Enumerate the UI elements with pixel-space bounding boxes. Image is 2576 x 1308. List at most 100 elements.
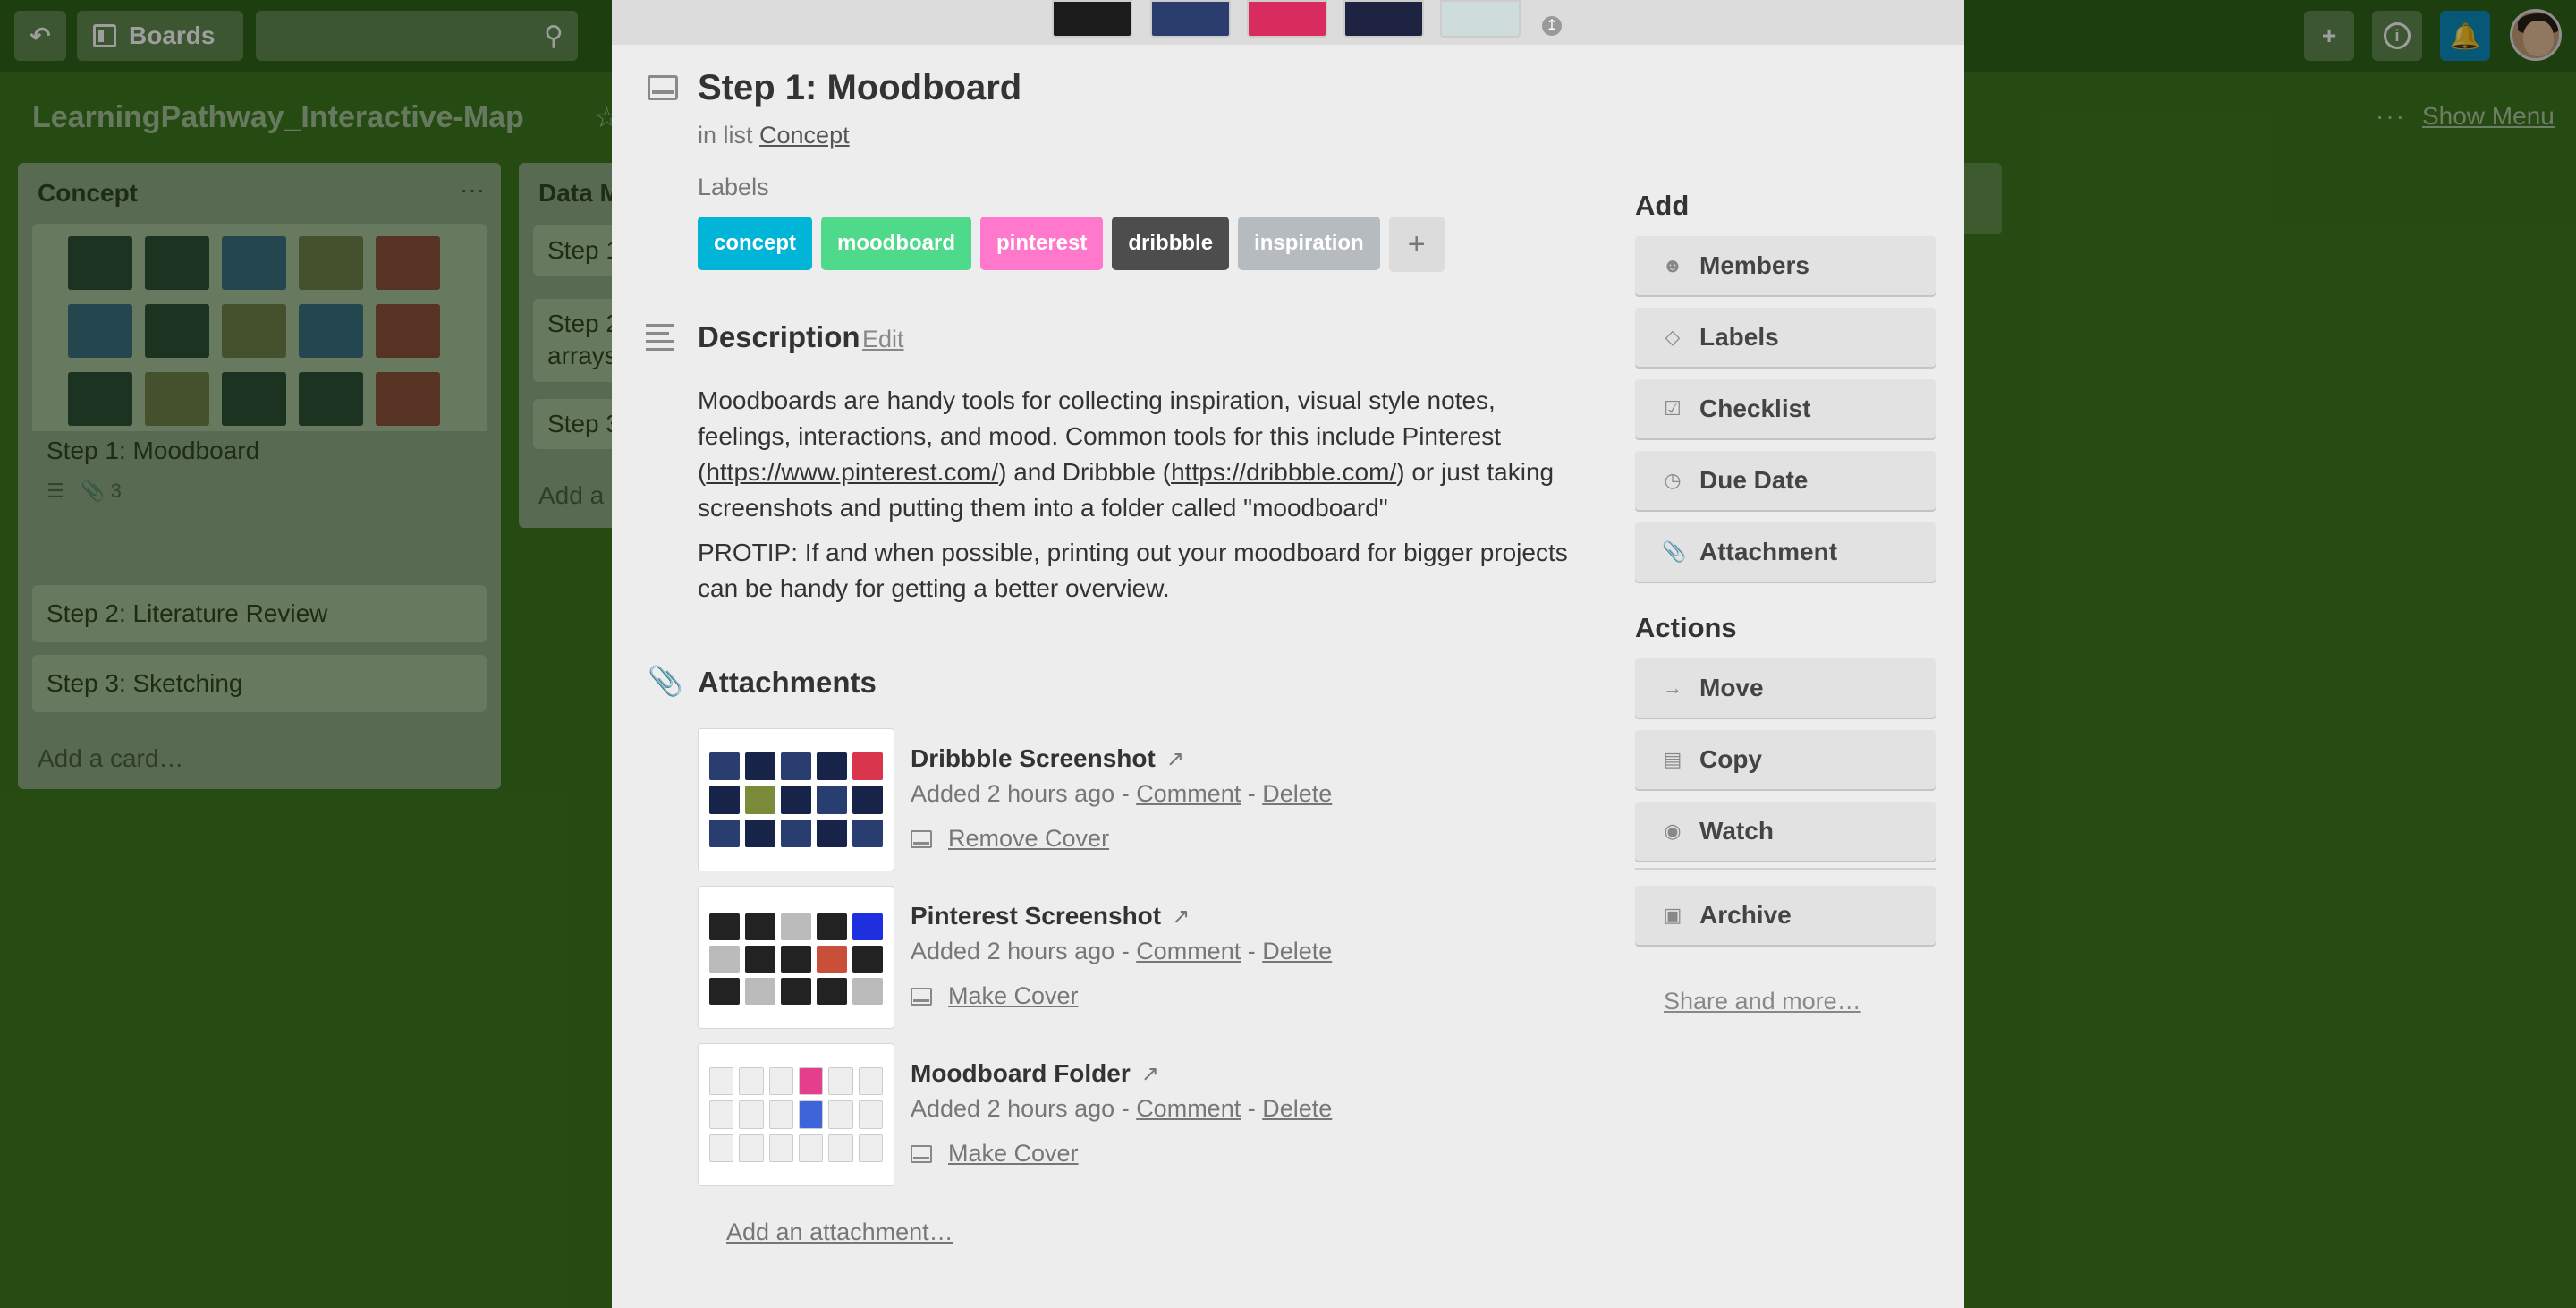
attachment-added-time: Added 2 hours ago (911, 938, 1115, 964)
eye-icon: ◉ (1664, 820, 1682, 842)
add-heading: Add (1635, 190, 1690, 221)
cover-action-label: Remove Cover (948, 825, 1110, 852)
external-link-icon[interactable]: ↗ (1166, 746, 1184, 772)
attachment-thumbnail[interactable] (698, 1043, 894, 1186)
archive-icon: ▣ (1663, 904, 1682, 926)
copy-icon: ▤ (1663, 748, 1682, 770)
in-list-text: in list Concept (698, 122, 850, 149)
attachment-item: Moodboard Folder ↗ Added 2 hours ago - Co… (698, 1043, 1503, 1186)
label-moodboard[interactable]: moodboard (821, 217, 972, 270)
person-icon: ☻ (1662, 254, 1683, 276)
archive-button[interactable]: ▣ Archive (1635, 886, 1936, 945)
make-cover-button[interactable]: Make Cover (911, 1140, 1079, 1168)
share-and-more-link[interactable]: Share and more… (1664, 988, 1861, 1015)
watch-button[interactable]: ◉ Watch (1635, 802, 1936, 861)
attachment-title-text: Dribbble Screenshot (911, 744, 1156, 772)
cover-thumbnail (1052, 0, 1132, 38)
paperclip-icon: 📎 (1662, 540, 1687, 563)
attachment-meta: Added 2 hours ago - Comment - Delete (911, 938, 1333, 964)
attachment-thumbnail[interactable] (698, 886, 894, 1029)
cover-icon (911, 829, 932, 848)
button-label: Labels (1699, 323, 1779, 351)
labels-button[interactable]: ◇ Labels (1635, 308, 1936, 367)
zoom-icon[interactable]: ↥ (1542, 16, 1562, 36)
due-date-button[interactable]: ◷ Due Date (1635, 451, 1936, 510)
label-dribbble[interactable]: dribbble (1112, 217, 1230, 270)
attachment-meta: Added 2 hours ago - Comment - Delete (911, 780, 1333, 807)
checklist-button[interactable]: ☑ Checklist (1635, 379, 1936, 438)
in-list-prefix: in list (698, 122, 753, 149)
description-heading: Description (698, 320, 860, 353)
tag-icon: ◇ (1665, 326, 1681, 348)
labels-row: concept moodboard pinterest dribbble ins… (698, 217, 1445, 272)
card-icon (648, 75, 678, 100)
button-label: Attachment (1699, 538, 1838, 565)
button-label: Move (1699, 674, 1764, 701)
attachment-title[interactable]: Moodboard Folder ↗ (911, 1059, 1159, 1088)
attachment-added-time: Added 2 hours ago (911, 780, 1115, 807)
description-protip: PROTIP: If and when possible, printing o… (698, 539, 1568, 602)
comment-link[interactable]: Comment (1136, 780, 1241, 807)
add-attachment-link[interactable]: Add an attachment… (726, 1219, 953, 1246)
dribbble-link[interactable]: https://dribbble.com/ (1171, 458, 1396, 486)
paperclip-icon: 📎 (648, 665, 683, 697)
actions-heading: Actions (1635, 612, 1737, 643)
attachment-button[interactable]: 📎 Attachment (1635, 522, 1936, 582)
cover-icon (911, 1144, 932, 1163)
attachments-heading: Attachments (698, 666, 877, 699)
attachment-item: Dribbble Screenshot ↗ Added 2 hours ago -… (698, 728, 1503, 871)
button-label: Members (1699, 251, 1809, 279)
labels-heading: Labels (698, 174, 769, 200)
cover-action-label: Make Cover (948, 982, 1079, 1009)
cover-thumbnail (1150, 0, 1231, 38)
cover-thumbnail (1247, 0, 1327, 38)
description-text[interactable]: Moodboards are handy tools for collectin… (698, 383, 1592, 616)
copy-button[interactable]: ▤ Copy (1635, 730, 1936, 789)
external-link-icon[interactable]: ↗ (1172, 904, 1190, 930)
delete-link[interactable]: Delete (1262, 1095, 1332, 1122)
description-edit-link[interactable]: Edit (862, 326, 904, 353)
delete-link[interactable]: Delete (1262, 780, 1332, 807)
button-label: Due Date (1699, 466, 1809, 494)
button-label: Watch (1699, 817, 1774, 845)
label-pinterest[interactable]: pinterest (980, 217, 1104, 270)
cover-icon (911, 987, 932, 1006)
cover-action-label: Make Cover (948, 1140, 1079, 1167)
actions-divider (1635, 868, 1936, 870)
arrow-right-icon: → (1663, 676, 1682, 699)
cover-thumbnail (1343, 0, 1424, 38)
attachment-item: Pinterest Screenshot ↗ Added 2 hours ago … (698, 886, 1503, 1029)
add-label-button[interactable]: + (1388, 217, 1445, 272)
button-label: Copy (1699, 745, 1762, 773)
clock-icon: ◷ (1664, 469, 1682, 491)
delete-link[interactable]: Delete (1262, 938, 1332, 964)
members-button[interactable]: ☻ Members (1635, 236, 1936, 295)
button-label: Checklist (1699, 395, 1811, 422)
attachment-title-text: Moodboard Folder (911, 1059, 1131, 1087)
pinterest-link[interactable]: https://www.pinterest.com/ (706, 458, 998, 486)
attachment-title[interactable]: Dribbble Screenshot ↗ (911, 744, 1184, 773)
description-paragraph: Moodboards are handy tools for collectin… (698, 383, 1592, 526)
label-concept[interactable]: concept (698, 217, 813, 270)
attachment-added-time: Added 2 hours ago (911, 1095, 1115, 1122)
remove-cover-button[interactable]: Remove Cover (911, 825, 1109, 853)
checkbox-icon: ☑ (1664, 397, 1682, 420)
make-cover-button[interactable]: Make Cover (911, 982, 1079, 1010)
comment-link[interactable]: Comment (1136, 1095, 1241, 1122)
comment-link[interactable]: Comment (1136, 938, 1241, 964)
button-label: Archive (1699, 901, 1792, 929)
label-inspiration[interactable]: inspiration (1238, 217, 1380, 270)
description-text-segment: ) and Dribbble ( (998, 458, 1172, 486)
description-icon (646, 324, 674, 356)
card-title[interactable]: Step 1: Moodboard (698, 68, 1021, 108)
attachment-title[interactable]: Pinterest Screenshot ↗ (911, 902, 1190, 930)
cover-thumbnail (1440, 0, 1521, 38)
list-link[interactable]: Concept (759, 122, 850, 149)
attachment-title-text: Pinterest Screenshot (911, 902, 1162, 930)
card-cover[interactable]: ↥ (612, 0, 1964, 45)
external-link-icon[interactable]: ↗ (1141, 1061, 1159, 1087)
move-button[interactable]: → Move (1635, 658, 1936, 718)
attachment-thumbnail[interactable] (698, 728, 894, 871)
card-detail-modal: ↥ Step 1: Moodboard in list Concept Labe… (612, 0, 1964, 1308)
attachment-meta: Added 2 hours ago - Comment - Delete (911, 1095, 1333, 1122)
